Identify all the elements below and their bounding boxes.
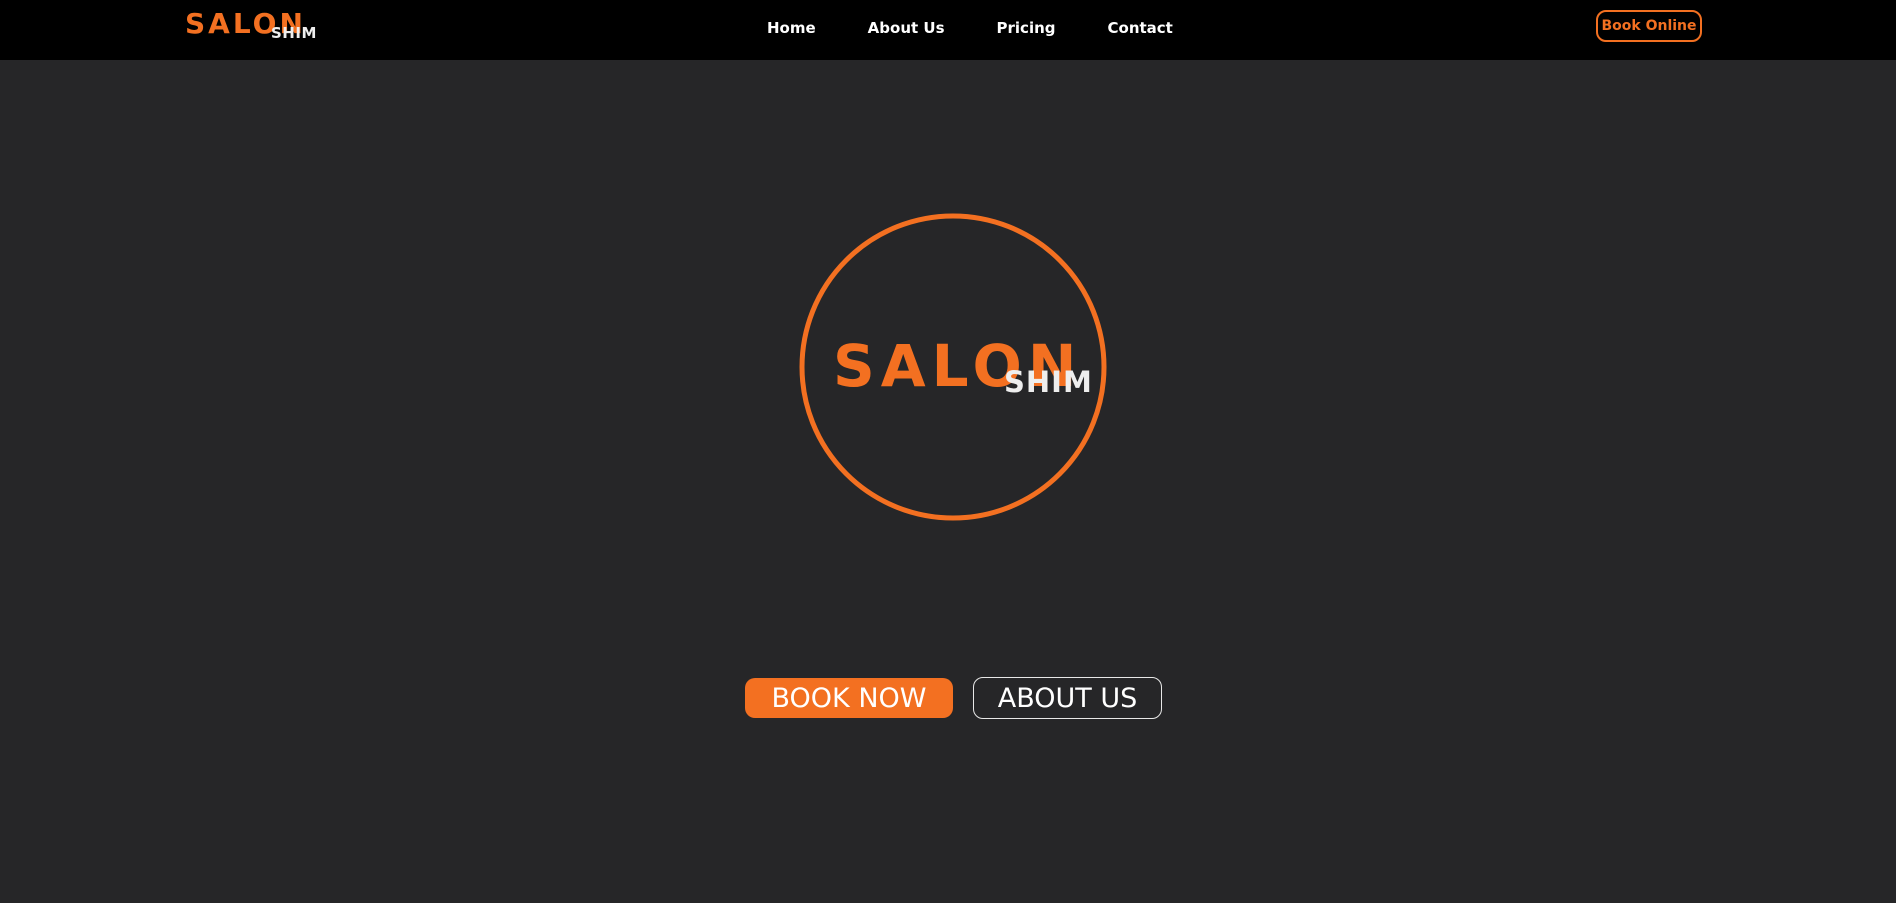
hero-logo: SALON SHIM (799, 213, 1107, 521)
nav-link-home[interactable]: Home (767, 19, 816, 37)
nav-link-about-us[interactable]: About Us (868, 19, 945, 37)
nav-link-pricing[interactable]: Pricing (997, 19, 1056, 37)
nav-logo-secondary: SHIM (271, 24, 317, 42)
nav-logo[interactable]: SALON SHIM (185, 8, 325, 48)
book-now-button[interactable]: BOOK NOW (745, 678, 953, 718)
main-nav: Home About Us Pricing Contact (767, 0, 1173, 56)
book-online-button[interactable]: Book Online (1596, 10, 1702, 42)
nav-link-contact[interactable]: Contact (1108, 19, 1173, 37)
top-navbar: SALON SHIM Home About Us Pricing Contact… (0, 0, 1896, 60)
hero-logo-secondary: SHIM (1004, 365, 1093, 399)
about-us-button[interactable]: ABOUT US (973, 677, 1162, 719)
